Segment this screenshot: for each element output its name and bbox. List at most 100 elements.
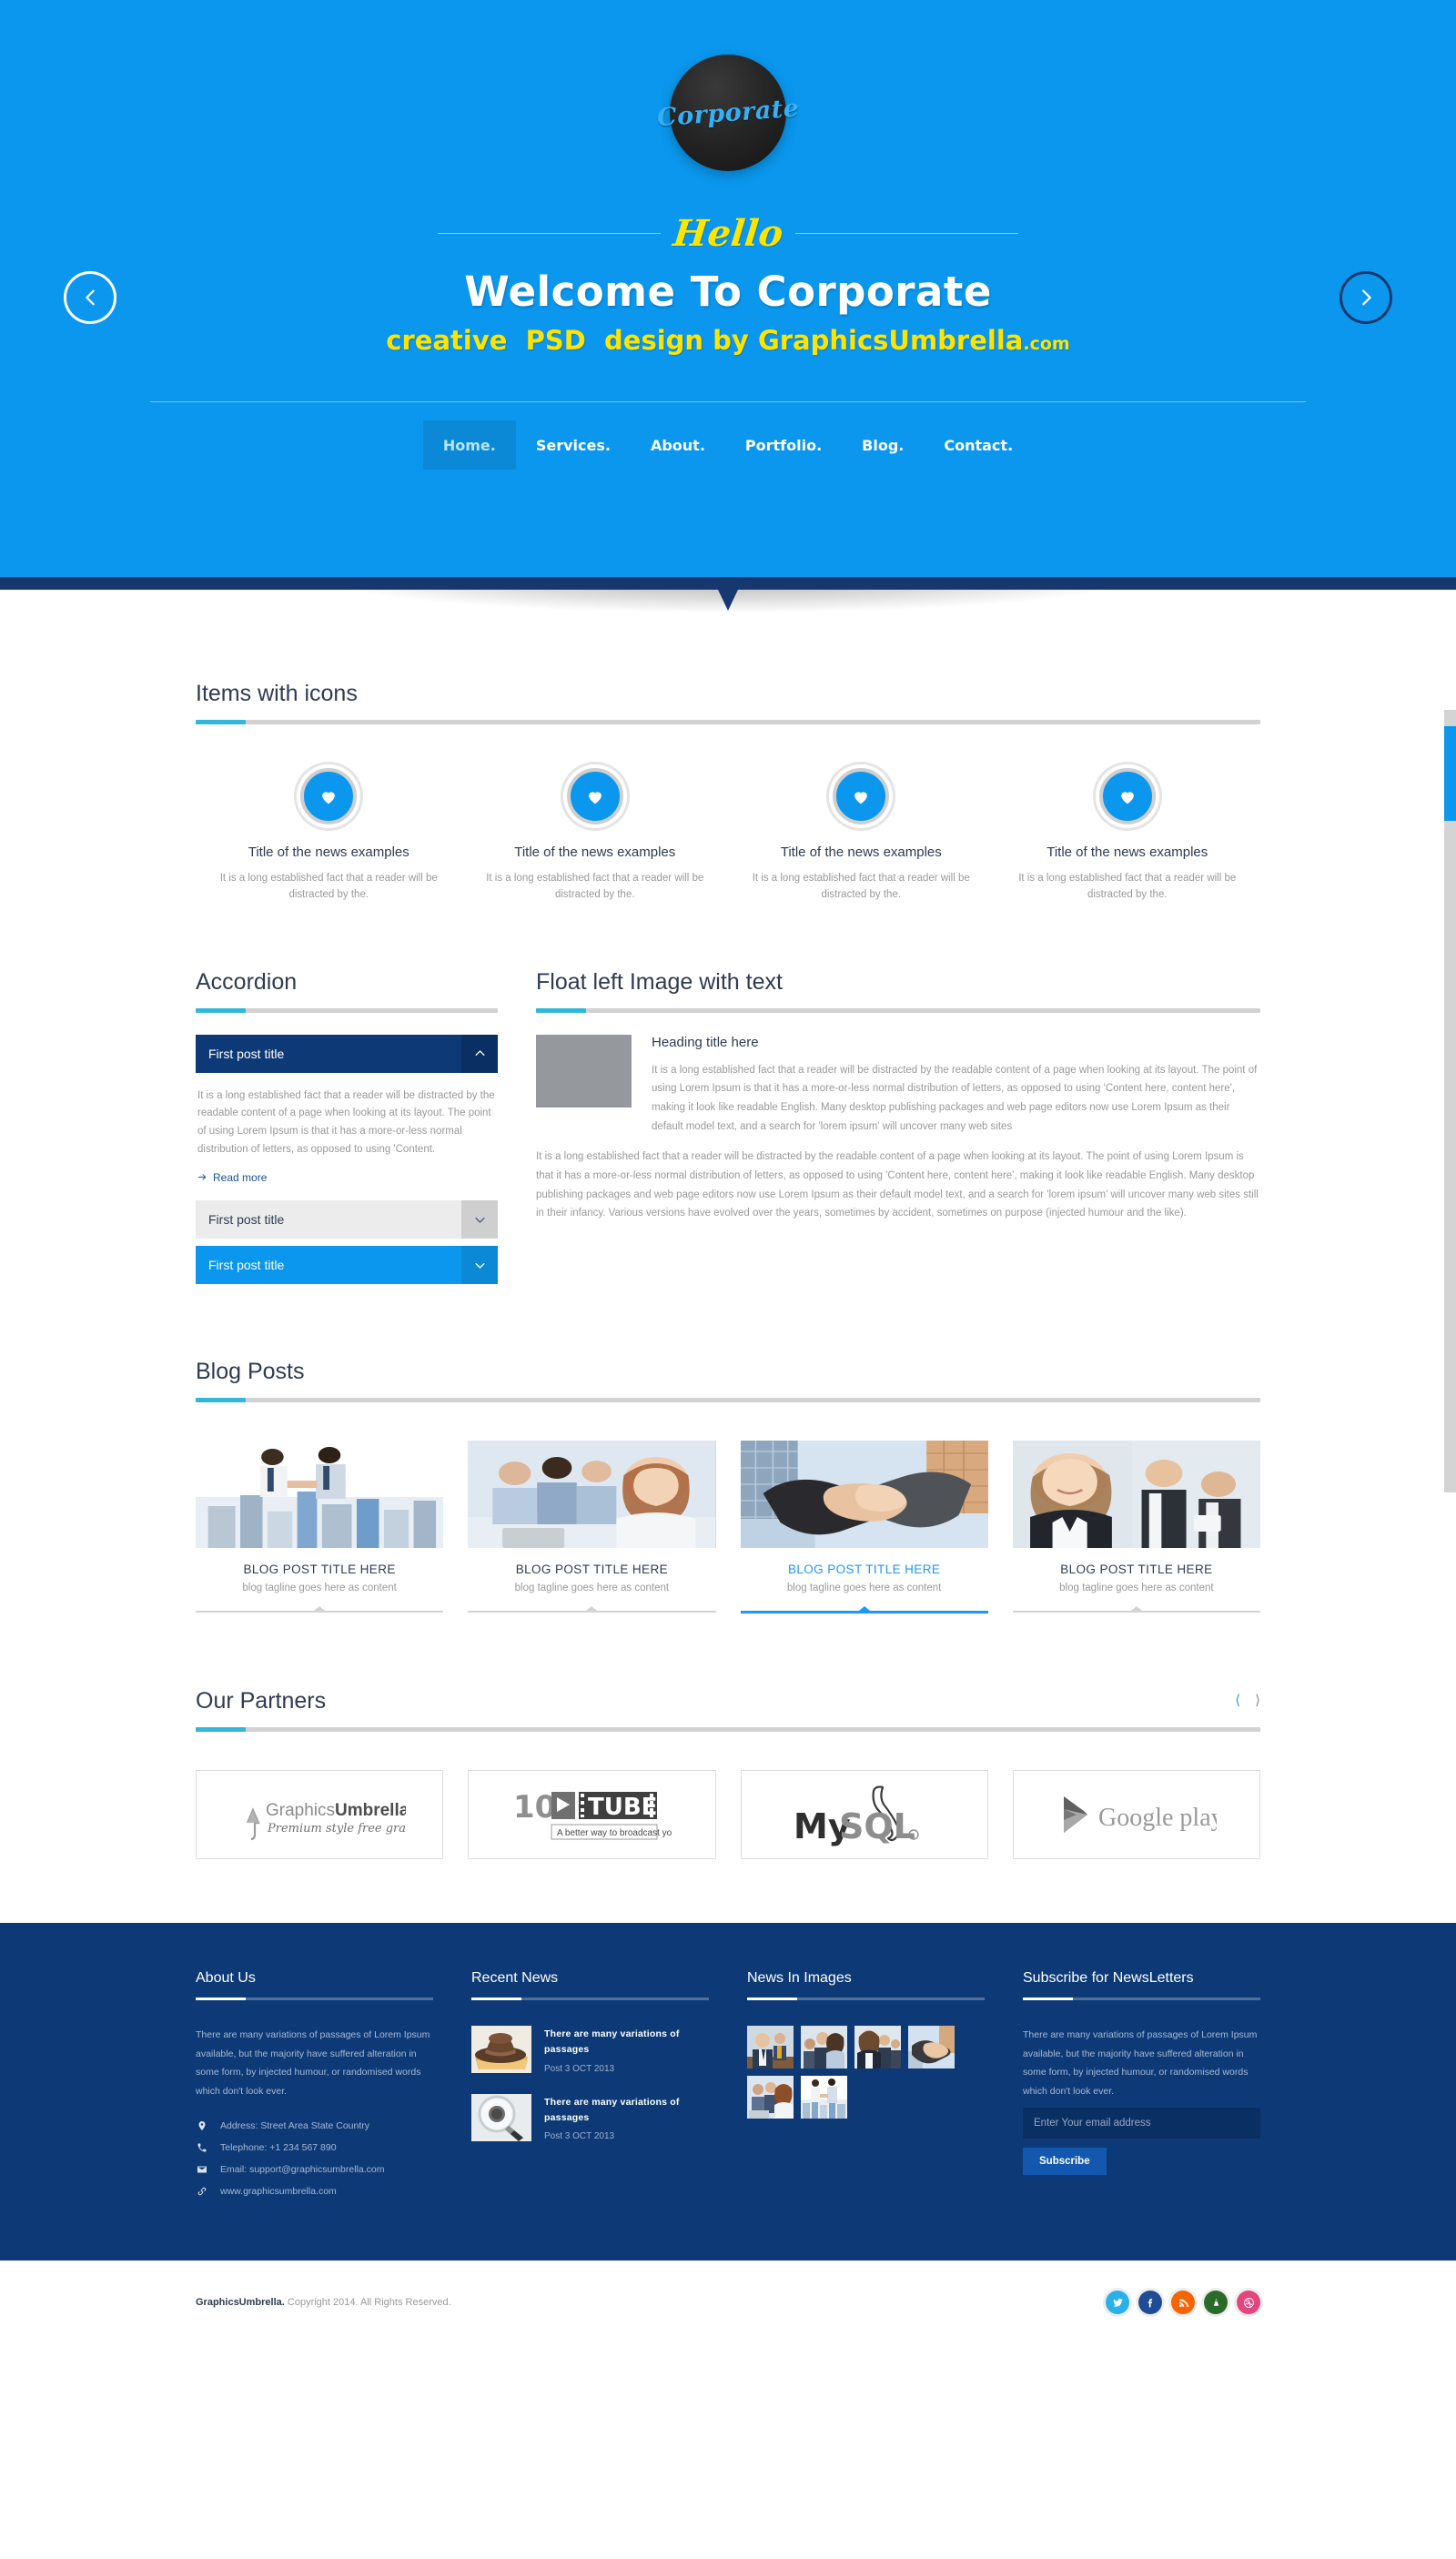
accordion-item-3-header[interactable]: First post title	[196, 1246, 498, 1285]
nav-item-contact[interactable]: Contact.	[924, 420, 1033, 470]
icon-item[interactable]: Title of the news examples It is a long …	[728, 768, 995, 904]
read-more-link[interactable]: Read more	[197, 1171, 267, 1184]
page-scrollbar[interactable]	[1444, 710, 1456, 1492]
blog-title[interactable]: BLOG POST TITLE HERE	[196, 1563, 443, 1576]
contact-email-text: Email: support@graphicsumbrella.com	[220, 2164, 385, 2176]
icon-item-desc: It is a long established fact that a rea…	[486, 873, 704, 900]
blog-tagline: blog tagline goes here as content	[514, 1583, 670, 1594]
partners-prev-button[interactable]: ⟨	[1235, 1694, 1240, 1707]
icon-item[interactable]: Title of the news examples It is a long …	[196, 768, 462, 904]
svg-text:10: 10	[513, 1789, 556, 1826]
rss-icon[interactable]	[1171, 2291, 1195, 2315]
facebook-icon[interactable]	[1138, 2291, 1162, 2315]
accordion-item-2-header[interactable]: First post title	[196, 1200, 498, 1239]
icon-badge	[833, 768, 890, 824]
read-more-label: Read more	[213, 1170, 268, 1184]
accordion-item-1-header[interactable]: First post title	[196, 1034, 498, 1073]
blog-posts-section: Blog Posts BLOG POST TITLE HERE blog tag…	[196, 1359, 1260, 1614]
news-image-thumb[interactable]	[747, 2076, 794, 2119]
blog-section-rule	[196, 1398, 1260, 1403]
blog-title[interactable]: BLOG POST TITLE HERE	[741, 1563, 988, 1576]
hero-subtitle: creative PSD design by GraphicsUmbrella.…	[0, 325, 1456, 356]
blog-thumbnail	[1012, 1441, 1260, 1549]
copyright-brand: GraphicsUmbrella.	[196, 2297, 285, 2309]
icon-item-desc: It is a long established fact that a rea…	[1018, 873, 1237, 900]
graphicsumbrella-logo-icon: Graphics Umbrella Premium style free gra…	[247, 1801, 406, 1841]
blog-title[interactable]: BLOG POST TITLE HERE	[468, 1563, 715, 1576]
image-woman-with-tablet	[854, 2026, 901, 2069]
float-paragraph-2: It is a long established fact that a rea…	[536, 1151, 1259, 1219]
float-heading: Heading title here	[652, 1034, 759, 1050]
blog-tagline: blog tagline goes here as content	[242, 1583, 397, 1594]
news-image-thumb[interactable]	[801, 2026, 847, 2069]
android-icon[interactable]	[1204, 2291, 1228, 2315]
partner-logo-10ztube[interactable]: 10 TUBE A better way to broadcast yourse…	[468, 1770, 716, 1860]
recent-news-body: There are many variations of passages Po…	[544, 2026, 709, 2074]
recent-news-date: Post 3 OCT 2013	[544, 2063, 615, 2074]
blog-card[interactable]: BLOG POST TITLE HERE blog tagline goes h…	[1012, 1441, 1260, 1613]
blog-meta: BLOG POST TITLE HERE blog tagline goes h…	[1013, 1548, 1260, 1593]
recent-news-item[interactable]: There are many variations of passages Po…	[471, 2093, 709, 2142]
blog-grid: BLOG POST TITLE HERE blog tagline goes h…	[196, 1441, 1260, 1614]
accordion-item-3-label: First post title	[208, 1258, 285, 1273]
recent-news-item[interactable]: There are many variations of passages Po…	[471, 2026, 709, 2074]
nav-item-portfolio[interactable]: Portfolio.	[725, 420, 842, 470]
blog-card[interactable]: BLOG POST TITLE HERE blog tagline goes h…	[196, 1441, 444, 1613]
footer-news-rule	[471, 1998, 709, 2001]
map-pin-icon	[196, 2120, 208, 2131]
site-logo[interactable]: Corporate	[656, 55, 800, 171]
items-section-rule	[196, 720, 1260, 724]
twitter-icon[interactable]	[1106, 2291, 1129, 2315]
footer-subscribe-column: Subscribe for NewsLetters There are many…	[1023, 1970, 1260, 2208]
hero-sub-psd: PSD	[525, 325, 586, 356]
dribbble-icon[interactable]	[1237, 2291, 1260, 2315]
float-body: Heading title here It is a long establis…	[652, 1035, 1260, 1137]
nav-item-services[interactable]: Services.	[516, 420, 631, 470]
newsletter-email-input[interactable]	[1023, 2108, 1260, 2139]
footer-about-text: There are many variations of passages of…	[196, 2029, 430, 2097]
partners-grid: Graphics Umbrella Premium style free gra…	[196, 1770, 1260, 1860]
blog-title[interactable]: BLOG POST TITLE HERE	[1013, 1563, 1260, 1576]
footer-images-title: News In Images	[747, 1970, 852, 1987]
icon-badge	[566, 768, 623, 824]
news-image-thumb[interactable]	[854, 2026, 901, 2069]
news-image-thumb[interactable]	[747, 2026, 794, 2069]
nav-item-about[interactable]: About.	[631, 420, 725, 470]
image-brown-hat-on-book	[471, 2026, 531, 2074]
blog-tagline: blog tagline goes here as content	[786, 1583, 942, 1594]
blog-card[interactable]: BLOG POST TITLE HERE blog tagline goes h…	[740, 1441, 988, 1614]
10ztube-logo-icon: 10 TUBE A better way to broadcast yourse…	[513, 1789, 672, 1840]
footer-news-images-column: News In Images	[747, 1970, 985, 2208]
googleplay-logo-icon: Google play	[1063, 1796, 1217, 1834]
footer-contact-list: Address: Street Area State Country Telep…	[196, 2120, 433, 2197]
chevron-down-icon[interactable]	[461, 1246, 498, 1285]
nav-item-blog[interactable]: Blog.	[842, 420, 924, 470]
partner-logo-mysql[interactable]: My SQL R	[740, 1770, 988, 1860]
copyright-rest: Copyright 2014. All Rights Reserved.	[284, 2297, 451, 2309]
partners-next-button[interactable]: ⟩	[1255, 1694, 1260, 1707]
news-image-thumb[interactable]	[908, 2026, 955, 2069]
slider-next-button[interactable]	[1340, 271, 1392, 324]
blog-meta: BLOG POST TITLE HERE blog tagline goes h…	[196, 1548, 443, 1593]
chevron-up-icon[interactable]	[461, 1034, 498, 1073]
image-businesswoman-with-team	[468, 1441, 716, 1549]
contact-address-text: Address: Street Area State Country	[220, 2120, 370, 2132]
icon-item[interactable]: Title of the news examples It is a long …	[995, 768, 1261, 904]
subscribe-button[interactable]: Subscribe	[1023, 2148, 1107, 2176]
hero-sub-brand: GraphicsUmbrella	[757, 325, 1024, 356]
chevron-down-icon[interactable]	[461, 1200, 498, 1239]
image-meeting-man-smiling	[747, 2026, 794, 2069]
news-image-thumb[interactable]	[801, 2076, 847, 2119]
blog-thumbnail	[740, 1441, 988, 1549]
icon-item[interactable]: Title of the news examples It is a long …	[462, 768, 729, 904]
scrollbar-thumb[interactable]	[1444, 726, 1456, 821]
footer-subscribe-rule	[1023, 1998, 1260, 2001]
slider-prev-button[interactable]	[64, 271, 116, 324]
logo-text: Corporate	[655, 94, 801, 132]
partner-logo-graphicsumbrella[interactable]: Graphics Umbrella Premium style free gra…	[196, 1770, 444, 1860]
partner-logo-googleplay[interactable]: Google play	[1012, 1770, 1260, 1860]
blog-card[interactable]: BLOG POST TITLE HERE blog tagline goes h…	[468, 1441, 716, 1613]
recent-news-body: There are many variations of passages Po…	[544, 2094, 709, 2142]
hello-row: Hello	[0, 212, 1456, 255]
nav-item-home[interactable]: Home.	[422, 420, 516, 470]
